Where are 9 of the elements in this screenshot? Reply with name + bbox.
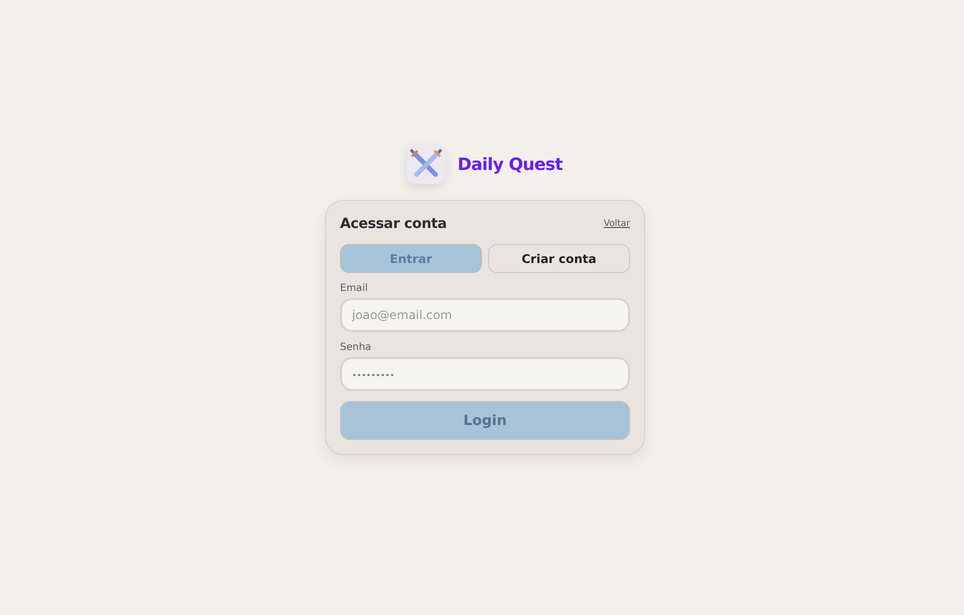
tab[interactable]: Criar conta <box>488 244 630 273</box>
field-label: Senha <box>340 342 372 353</box>
back-link[interactable]: Voltar <box>604 219 630 229</box>
app-title: Daily Quest <box>457 155 563 175</box>
crossed-swords-icon <box>407 146 446 184</box>
input-field[interactable]: joao@email.com <box>340 298 630 332</box>
card-title: Acessar conta <box>340 216 447 232</box>
input-field[interactable]: ••••••••• <box>340 357 630 391</box>
field-label: Email <box>340 283 369 294</box>
